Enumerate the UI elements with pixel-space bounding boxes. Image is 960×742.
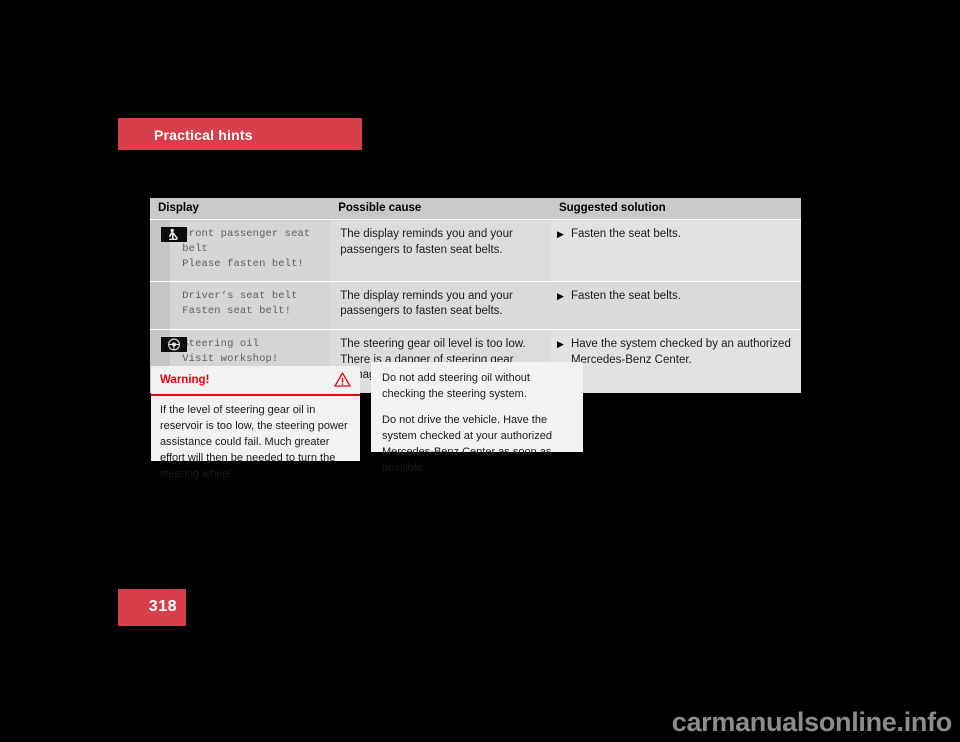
warning-box: Warning! If the level of steering gear o… — [151, 366, 360, 480]
column-header-display: Display — [150, 198, 331, 220]
display-icon-cell — [150, 280, 171, 330]
suggested-solution-text: Fasten the seat belts. — [570, 289, 681, 302]
display-message-line: Driver‘s seat belt — [182, 289, 298, 302]
display-message-line: Steering oil — [182, 337, 260, 350]
suggested-solution-cell: ▶ Fasten the seat belts. — [550, 280, 801, 330]
arrow-bullet-icon: ▶ — [556, 290, 564, 301]
display-icon-cell — [150, 219, 187, 282]
steering-wheel-icon — [161, 336, 187, 352]
page-title: Practical hints — [154, 127, 253, 143]
display-message-line: Fasten seat belt! — [182, 304, 292, 317]
possible-cause-cell: The display reminds you and your passeng… — [330, 280, 551, 330]
warning-title: Warning! — [160, 374, 210, 386]
notice-paragraph: Do not drive the vehicle. Have the syste… — [382, 413, 552, 474]
display-message-line: Please fasten belt! — [182, 257, 304, 270]
warning-triangle-icon — [334, 372, 351, 392]
notice-paragraph: Do not add steering oil without checking… — [382, 372, 530, 400]
table-row: Driver‘s seat belt Fasten seat belt! The… — [150, 280, 801, 330]
possible-cause-cell: The display reminds you and your passeng… — [330, 219, 551, 282]
display-message-line: Front passenger seat — [182, 228, 311, 240]
display-message-cell: Driver‘s seat belt Fasten seat belt! — [170, 280, 331, 330]
display-message-line: belt — [182, 242, 208, 255]
warning-body-text: If the level of steering gear oil in res… — [160, 404, 348, 480]
page-number: 318 — [148, 598, 177, 615]
table-row: Front passenger seat belt Please fasten … — [150, 219, 801, 282]
seatbelt-passenger-icon — [161, 227, 187, 242]
suggested-solution-text: Fasten the seat belts. — [570, 228, 681, 240]
display-message-cell: Front passenger seat belt Please fasten … — [170, 219, 331, 282]
column-header-cause: Possible cause — [330, 198, 551, 220]
arrow-bullet-icon: ▶ — [556, 229, 564, 239]
arrow-bullet-icon: ▶ — [556, 338, 564, 349]
suggested-solution-text: Have the system checked by an authorized… — [570, 337, 791, 366]
table-header-row: Display Possible cause Suggested solutio… — [150, 198, 801, 220]
watermark: carmanualsonline.info — [671, 707, 953, 737]
suggested-solution-cell: ▶ Fasten the seat belts. — [550, 219, 801, 282]
page-number-box: 318 — [118, 589, 186, 626]
warning-header: Warning! — [151, 366, 360, 396]
notice-box: Do not add steering oil without checking… — [371, 362, 583, 474]
column-header-solution: Suggested solution — [550, 198, 801, 220]
display-message-line: Visit workshop! — [182, 352, 279, 365]
suggested-solution-cell: ▶ Have the system checked by an authoriz… — [550, 328, 801, 393]
